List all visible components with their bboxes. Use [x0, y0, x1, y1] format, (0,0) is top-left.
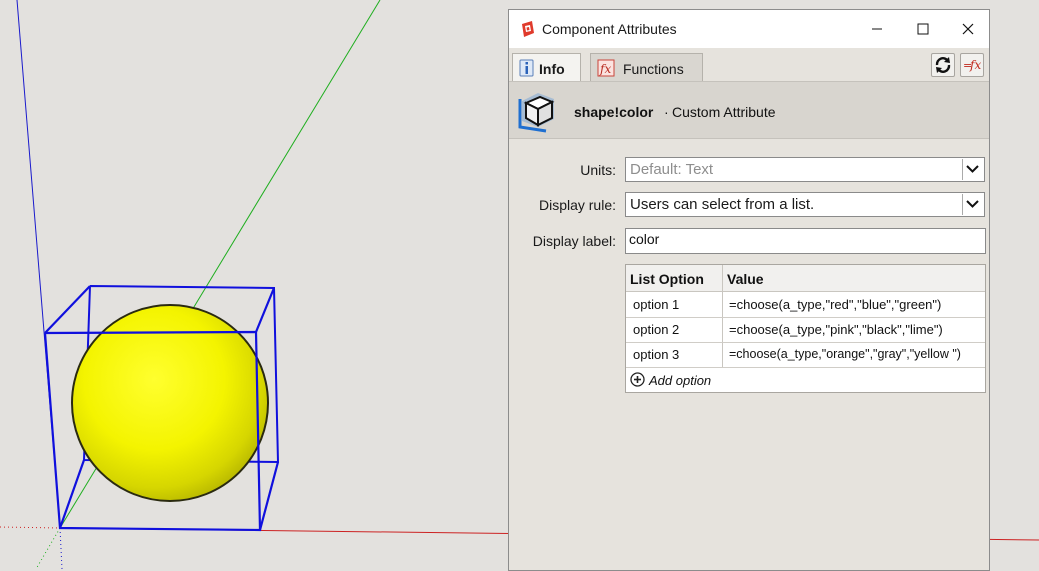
display-rule-dropdown-button[interactable]	[962, 194, 983, 215]
formula-fx-icon: = fx	[963, 58, 981, 72]
display-label-label: Display label:	[532, 233, 616, 249]
refresh-button[interactable]	[931, 53, 955, 77]
units-value: Default: Text	[630, 161, 714, 178]
table-row[interactable]: option 2 =choose(a_type,"pink","black","…	[626, 317, 985, 343]
tab-functions[interactable]: fx Functions	[590, 53, 703, 81]
sketchup-logo-icon	[522, 21, 534, 37]
fx-icon: fx	[597, 59, 615, 77]
maximize-button[interactable]	[900, 10, 946, 48]
units-label: Units:	[580, 162, 616, 178]
column-header-list-option: List Option	[630, 271, 704, 287]
attribute-type: Custom Attribute	[672, 104, 776, 120]
yellow-sphere[interactable]	[71, 304, 269, 502]
add-circle-icon	[630, 372, 645, 387]
chevron-down-icon	[966, 200, 979, 208]
svg-text:fx: fx	[599, 62, 611, 76]
column-header-value: Value	[727, 271, 764, 287]
display-label-input[interactable]: color	[625, 228, 986, 254]
display-rule-label: Display rule:	[538, 197, 616, 213]
add-option-button[interactable]: Add option	[626, 367, 985, 392]
blue-axis-dotted	[59, 527, 63, 569]
svg-text:fx: fx	[969, 58, 981, 72]
units-dropdown-button[interactable]	[962, 159, 983, 180]
tab-info-label: Info	[539, 61, 565, 77]
close-button[interactable]	[945, 10, 991, 48]
option-name[interactable]: option 2	[633, 322, 679, 337]
tab-functions-label: Functions	[623, 61, 684, 77]
component-attributes-window: Component Attributes Info fx Functions =…	[508, 9, 990, 571]
chevron-down-icon	[966, 165, 979, 173]
attribute-form: Units: Default: Text Display rule: Users…	[509, 140, 989, 570]
option-value[interactable]: =choose(a_type,"orange","gray","yellow "…	[729, 347, 961, 361]
title-bar[interactable]: Component Attributes	[509, 10, 989, 48]
option-name[interactable]: option 3	[633, 347, 679, 362]
maximize-icon	[917, 23, 929, 35]
display-rule-value: Users can select from a list.	[630, 196, 815, 213]
attribute-header: shape!color · Custom Attribute	[509, 81, 989, 139]
tab-info[interactable]: Info	[512, 53, 581, 82]
attribute-separator: ·	[664, 104, 669, 120]
red-axis-dotted	[0, 526, 61, 529]
minimize-icon	[872, 28, 882, 30]
option-value[interactable]: =choose(a_type,"pink","black","lime")	[729, 322, 943, 337]
units-select[interactable]: Default: Text	[625, 157, 985, 182]
option-value[interactable]: =choose(a_type,"red","blue","green")	[729, 297, 941, 312]
window-title: Component Attributes	[542, 21, 677, 37]
attribute-name: shape!color	[574, 104, 654, 120]
options-table: List Option Value option 1 =choose(a_typ…	[625, 264, 986, 393]
option-name[interactable]: option 1	[633, 297, 679, 312]
close-icon	[962, 23, 974, 35]
options-table-header: List Option Value	[626, 265, 985, 292]
add-option-label: Add option	[649, 373, 712, 388]
info-icon	[519, 59, 534, 77]
minimize-button[interactable]	[854, 10, 900, 48]
table-row[interactable]: option 3 =choose(a_type,"orange","gray",…	[626, 342, 985, 368]
refresh-icon	[935, 57, 951, 73]
green-axis-dotted	[35, 527, 61, 569]
component-cube-icon	[518, 93, 555, 133]
display-rule-select[interactable]: Users can select from a list.	[625, 192, 985, 217]
table-row[interactable]: option 1 =choose(a_type,"red","blue","gr…	[626, 292, 985, 318]
formula-button[interactable]: = fx	[960, 53, 984, 77]
tab-strip: Info fx Functions = fx	[509, 48, 989, 82]
